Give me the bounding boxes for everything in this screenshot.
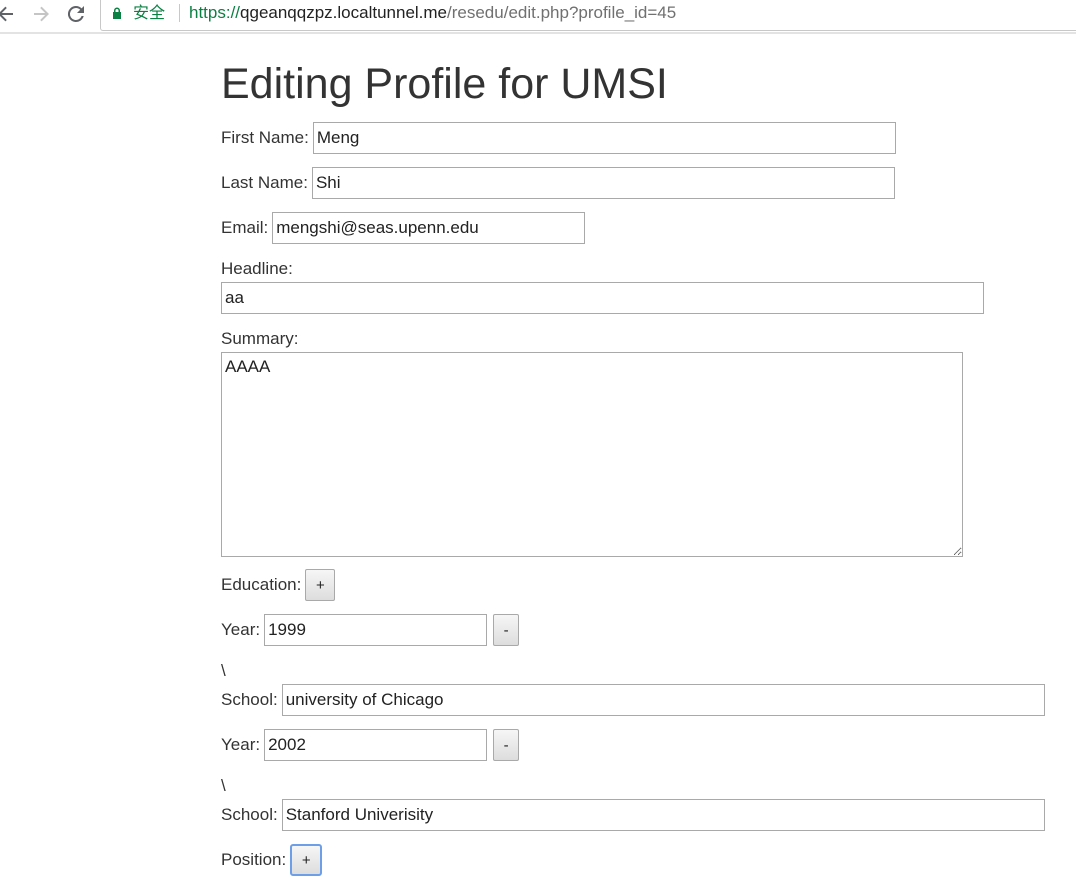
toolbar-divider bbox=[0, 32, 1076, 34]
education-separator: \ bbox=[221, 661, 226, 680]
email-input[interactable] bbox=[272, 212, 586, 244]
headline-input[interactable] bbox=[221, 282, 984, 314]
first-name-label: First Name: bbox=[221, 128, 309, 147]
education-separator: \ bbox=[221, 776, 226, 795]
add-education-button[interactable]: + bbox=[305, 569, 336, 601]
year-label: Year: bbox=[221, 735, 261, 754]
school-input[interactable] bbox=[281, 799, 1045, 831]
summary-label: Summary: bbox=[221, 329, 299, 348]
position-label: Position: bbox=[221, 850, 287, 869]
address-bar[interactable]: 安全 https://qgeanqqzpz.localtunnel.me/res… bbox=[100, 0, 1076, 31]
position-header-row: Position: + bbox=[221, 844, 323, 876]
browser-toolbar: 安全 https://qgeanqqzpz.localtunnel.me/res… bbox=[0, 0, 1076, 34]
add-position-button[interactable]: + bbox=[290, 844, 323, 876]
forward-arrow-icon[interactable] bbox=[29, 2, 53, 26]
school-label: School: bbox=[221, 690, 278, 709]
remove-education-button[interactable]: - bbox=[493, 614, 520, 646]
last-name-row: Last Name: bbox=[221, 167, 895, 199]
headline-label: Headline: bbox=[221, 259, 293, 278]
year-input[interactable] bbox=[264, 614, 488, 646]
summary-textarea[interactable]: AAAA bbox=[221, 352, 963, 557]
school-label: School: bbox=[221, 805, 278, 824]
email-row: Email: bbox=[221, 212, 586, 244]
page-title: Editing Profile for UMSI bbox=[221, 60, 668, 108]
reload-icon[interactable] bbox=[64, 2, 88, 26]
last-name-label: Last Name: bbox=[221, 173, 308, 192]
remove-education-button[interactable]: - bbox=[493, 729, 520, 761]
email-label: Email: bbox=[221, 218, 269, 237]
education-year-row: Year: - bbox=[221, 614, 520, 646]
education-school-row: School: bbox=[221, 799, 1045, 831]
url-path: /resedu/edit.php?profile_id=45 bbox=[447, 3, 677, 22]
lock-icon bbox=[113, 7, 121, 19]
first-name-row: First Name: bbox=[221, 122, 896, 154]
url-host: qgeanqqzpz.localtunnel.me bbox=[240, 3, 448, 22]
year-input[interactable] bbox=[264, 729, 488, 761]
year-label: Year: bbox=[221, 620, 261, 639]
last-name-input[interactable] bbox=[311, 167, 895, 199]
education-year-row: Year: - bbox=[221, 729, 520, 761]
education-school-row: School: bbox=[221, 684, 1045, 716]
education-header-row: Education: + bbox=[221, 569, 336, 601]
url-text[interactable]: https://qgeanqqzpz.localtunnel.me/resedu… bbox=[189, 1, 676, 25]
omnibox-divider bbox=[179, 4, 180, 22]
education-label: Education: bbox=[221, 575, 302, 594]
secure-label: 安全 bbox=[133, 3, 166, 22]
school-input[interactable] bbox=[281, 684, 1045, 716]
back-arrow-icon[interactable] bbox=[0, 2, 18, 26]
first-name-input[interactable] bbox=[312, 122, 896, 154]
url-scheme: https:// bbox=[189, 3, 241, 22]
